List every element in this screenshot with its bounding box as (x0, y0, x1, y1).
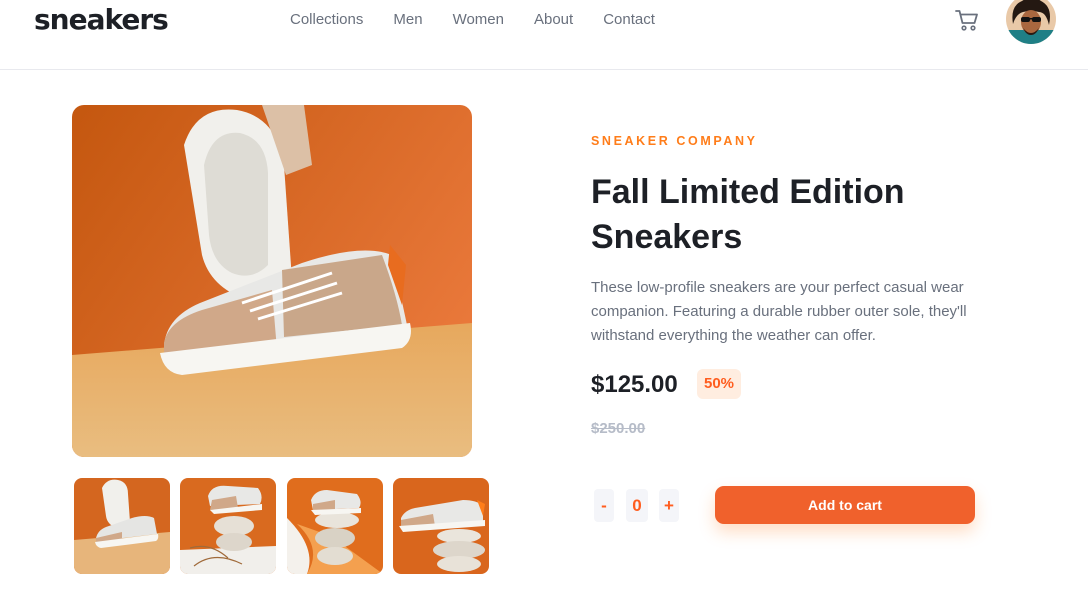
nav-link-about[interactable]: About (534, 10, 573, 30)
quantity-value: 0 (626, 489, 648, 522)
product-thumbnail-4[interactable] (393, 478, 489, 574)
quantity-increase-button[interactable]: + (659, 489, 679, 522)
company-label: SNEAKER COMPANY (591, 134, 758, 148)
main-nav: Collections Men Women About Contact (290, 10, 685, 30)
product-thumbnail-2[interactable] (180, 478, 276, 574)
product-main-image[interactable] (72, 105, 472, 457)
nav-link-women[interactable]: Women (453, 10, 504, 30)
product-thumbnail-3[interactable] (287, 478, 383, 574)
original-price: $250.00 (591, 420, 646, 437)
product-description: These low-profile sneakers are your perf… (591, 279, 967, 344)
nav-link-contact[interactable]: Contact (603, 10, 655, 30)
product-thumbnail-1[interactable] (74, 478, 170, 574)
cart-icon[interactable] (954, 8, 980, 32)
user-avatar[interactable] (1006, 0, 1056, 44)
nav-link-men[interactable]: Men (393, 10, 422, 30)
quantity-decrease-button[interactable]: - (594, 489, 614, 522)
logo[interactable]: sneakers (34, 2, 169, 38)
current-price: $125.00 (591, 371, 678, 398)
discount-badge: 50% (697, 369, 741, 399)
site-header: sneakers Collections Men Women About Con… (0, 0, 1088, 70)
product-title: Fall Limited Edition Sneakers (591, 173, 905, 256)
nav-link-collections[interactable]: Collections (290, 10, 363, 30)
add-to-cart-button[interactable]: Add to cart (715, 486, 975, 524)
